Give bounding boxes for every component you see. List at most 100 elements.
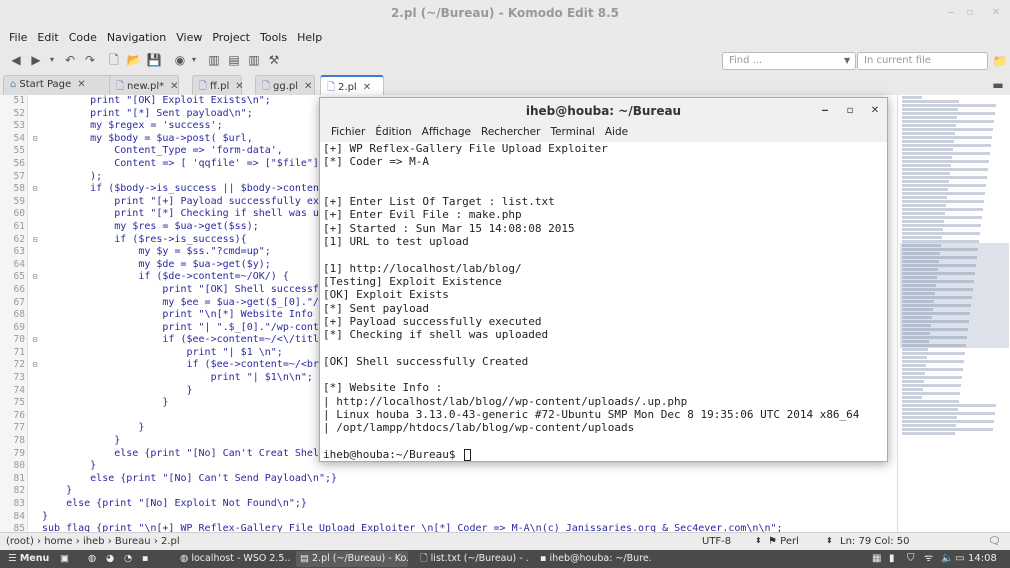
tab-ff-pl[interactable]: 🗋 ff.pl ✕ (192, 75, 244, 95)
tab-2-pl[interactable]: 🗋 2.pl ✕ (320, 75, 384, 95)
menu-tools[interactable]: Tools (257, 28, 290, 48)
folder-icon[interactable]: 📁 (992, 53, 1008, 69)
fold-toggle-icon[interactable] (28, 208, 42, 221)
fold-toggle-icon[interactable] (28, 221, 42, 234)
fold-toggle-icon[interactable] (28, 422, 42, 435)
search-scope-input[interactable]: In current file (857, 52, 988, 70)
fold-toggle-icon[interactable] (28, 485, 42, 498)
fold-toggle-icon[interactable] (28, 385, 42, 398)
right-pane-icon[interactable]: ▥ (246, 52, 262, 68)
clock[interactable]: 14:08 (968, 551, 997, 567)
fold-toggle-icon[interactable] (28, 246, 42, 259)
minimap[interactable] (897, 95, 1010, 532)
task-terminal[interactable]: ▪ iheb@houba: ~/Bure... (536, 551, 652, 567)
volume-icon[interactable]: 🔈 (941, 551, 953, 567)
fold-toggle-icon[interactable] (28, 410, 42, 423)
minimap-viewport[interactable] (900, 243, 1009, 348)
menu-help[interactable]: Help (294, 28, 325, 48)
terminal-window[interactable]: iheb@houba: ~/Bureau ‒ ▫ ✕ Fichier Éditi… (319, 97, 888, 462)
close-tab-icon[interactable]: ✕ (363, 82, 371, 93)
terminal-menu-rechercher[interactable]: Rechercher (476, 124, 545, 142)
fold-toggle-icon[interactable]: ⊟ (28, 133, 42, 146)
code-line[interactable]: 81 else {print "[No] Can't Send Payload\… (0, 473, 783, 486)
terminal-menu-aide[interactable]: Aide (600, 124, 633, 142)
menu-project[interactable]: Project (209, 28, 253, 48)
tab-list-icon[interactable]: ▬ (990, 77, 1006, 93)
forward-arrow-icon[interactable]: ▶ (28, 52, 44, 68)
fold-toggle-icon[interactable] (28, 145, 42, 158)
close-tab-icon[interactable]: ✕ (170, 81, 178, 92)
terminal-menu-affichage[interactable]: Affichage (417, 124, 476, 142)
fold-toggle-icon[interactable] (28, 158, 42, 171)
keyboard-layout-icon[interactable]: ▦ (872, 551, 881, 567)
menu-view[interactable]: View (173, 28, 205, 48)
language-selector[interactable]: ⚑ Perl (768, 536, 799, 547)
menu-code[interactable]: Code (66, 28, 100, 48)
fold-toggle-icon[interactable] (28, 95, 42, 108)
terminal-menu-edition[interactable]: Édition (370, 124, 416, 142)
fold-toggle-icon[interactable]: ⊟ (28, 183, 42, 196)
terminal-output[interactable]: [+] WP Reflex-Gallery File Upload Exploi… (320, 142, 887, 461)
fold-toggle-icon[interactable] (28, 297, 42, 310)
save-icon[interactable]: 💾 (146, 52, 162, 68)
code-line[interactable]: 83 else {print "[No] Exploit Not Found\n… (0, 498, 783, 511)
chromium-icon[interactable]: ◔ (120, 551, 136, 567)
close-tab-icon[interactable]: ✕ (77, 79, 85, 90)
flag-icon[interactable]: ▮ (889, 551, 895, 567)
notification-icon[interactable]: 🗨 (988, 536, 1001, 547)
back-arrow-icon[interactable]: ◀ (8, 52, 24, 68)
encoding-dropdown-icon[interactable]: ⬍ (755, 536, 762, 545)
undo-icon[interactable]: ↶ (62, 52, 78, 68)
preview-dropdown-icon[interactable]: ▾ (186, 52, 202, 68)
fold-toggle-icon[interactable]: ⊟ (28, 234, 42, 247)
fold-toggle-icon[interactable] (28, 372, 42, 385)
firefox-icon[interactable]: ◍ (84, 551, 100, 567)
close-tab-icon[interactable]: ✕ (304, 81, 312, 92)
fold-toggle-icon[interactable]: ⊟ (28, 359, 42, 372)
network-icon[interactable]: ᯤ (924, 551, 933, 567)
breadcrumb[interactable]: (root) › home › iheb › Bureau › 2.pl (6, 536, 180, 547)
terminal-minimize-icon[interactable]: ‒ (816, 98, 834, 124)
fold-toggle-icon[interactable] (28, 347, 42, 360)
terminal-maximize-icon[interactable]: ▫ (841, 98, 859, 124)
terminal-launcher-icon[interactable]: ▪ (138, 551, 154, 567)
chrome-icon[interactable]: ◕ (102, 551, 118, 567)
start-menu-button[interactable]: ☰ Menu (4, 551, 50, 567)
fold-toggle-icon[interactable] (28, 473, 42, 486)
fold-toggle-icon[interactable] (28, 448, 42, 461)
bottom-pane-icon[interactable]: ▤ (226, 52, 242, 68)
fold-toggle-icon[interactable] (28, 309, 42, 322)
left-pane-icon[interactable]: ▥ (206, 52, 222, 68)
menu-edit[interactable]: Edit (34, 28, 61, 48)
minimize-icon[interactable]: ⎯ (941, 0, 961, 26)
menu-file[interactable]: File (6, 28, 30, 48)
fold-toggle-icon[interactable] (28, 120, 42, 133)
fold-toggle-icon[interactable] (28, 322, 42, 335)
fold-toggle-icon[interactable] (28, 511, 42, 524)
fold-toggle-icon[interactable] (28, 435, 42, 448)
menu-navigation[interactable]: Navigation (104, 28, 169, 48)
encoding-selector[interactable]: UTF-8 (702, 536, 731, 547)
open-file-icon[interactable]: 📂 (126, 52, 142, 68)
fold-toggle-icon[interactable] (28, 498, 42, 511)
fold-toggle-icon[interactable] (28, 196, 42, 209)
code-line[interactable]: 85 sub flag {print "\n[+] WP Reflex-Galle… (0, 523, 783, 532)
fold-toggle-icon[interactable]: ⊟ (28, 271, 42, 284)
shield-icon[interactable]: ⛉ (907, 551, 915, 567)
terminal-menu-fichier[interactable]: Fichier (326, 124, 370, 142)
find-dropdown-icon[interactable]: ▼ (844, 52, 856, 70)
find-input[interactable]: Find ... (722, 52, 856, 70)
code-line[interactable]: 84} (0, 511, 783, 524)
tab-start-page[interactable]: ⌂ Start Page ✕ (3, 75, 115, 95)
files-icon[interactable]: ▣ (56, 551, 72, 567)
terminal-close-icon[interactable]: ✕ (866, 98, 884, 124)
new-file-icon[interactable]: 🗋 (106, 52, 122, 68)
terminal-menu-terminal[interactable]: Terminal (545, 124, 599, 142)
fold-toggle-icon[interactable] (28, 397, 42, 410)
fold-toggle-icon[interactable]: ⊟ (28, 334, 42, 347)
maximize-icon[interactable]: ▫ (960, 0, 980, 26)
history-dropdown-icon[interactable]: ▾ (44, 52, 60, 68)
toolbox-icon[interactable]: ⚒ (266, 52, 282, 68)
close-icon[interactable]: ✕ (986, 0, 1006, 26)
fold-toggle-icon[interactable] (28, 259, 42, 272)
